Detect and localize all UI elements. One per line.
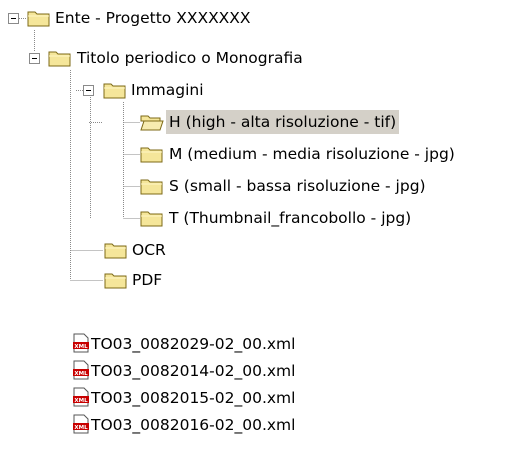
xml-file-list: XML TO03_0082029-02_00.xml XML TO03_0082…	[0, 330, 505, 450]
folder-open-icon	[140, 115, 164, 131]
xml-badge-text: XML	[74, 344, 88, 350]
tree-label-h[interactable]: H (high - alta risoluzione - tif)	[166, 110, 400, 134]
folder-icon	[140, 179, 163, 195]
folder-tree: Ente - Progetto XXXXXXX Titolo periodico…	[0, 0, 505, 300]
tree-label-s[interactable]: S (small - bassa risoluzione - jpg)	[166, 174, 429, 198]
collapse-toggle-immagini[interactable]	[83, 85, 94, 96]
tree-label-t[interactable]: T (Thumbnail_francobollo - jpg)	[166, 206, 414, 230]
folder-icon	[140, 147, 163, 163]
tree-label-immagini[interactable]: Immagini	[128, 78, 207, 102]
folder-icon	[140, 211, 163, 227]
folder-icon	[103, 83, 126, 99]
folder-icon	[104, 243, 127, 259]
folder-icon	[48, 51, 71, 67]
file-name[interactable]: TO03_0082015-02_00.xml	[91, 386, 295, 410]
xml-badge-text: XML	[74, 398, 88, 404]
xml-file-icon: XML	[73, 360, 89, 380]
file-name[interactable]: TO03_0082016-02_00.xml	[91, 413, 295, 437]
xml-file-icon: XML	[73, 333, 89, 353]
xml-file-icon: XML	[73, 414, 89, 434]
tree-label-pdf[interactable]: PDF	[129, 268, 165, 292]
xml-badge-text: XML	[74, 425, 88, 431]
tree-label-ocr[interactable]: OCR	[129, 238, 169, 262]
tree-label-ente[interactable]: Ente - Progetto XXXXXXX	[52, 6, 254, 30]
tree-label-m[interactable]: M (medium - media risoluzione - jpg)	[166, 142, 458, 166]
tree-label-titolo[interactable]: Titolo periodico o Monografia	[74, 46, 306, 70]
xml-file-icon: XML	[73, 387, 89, 407]
xml-badge-text: XML	[74, 371, 88, 377]
file-name[interactable]: TO03_0082029-02_00.xml	[91, 332, 295, 356]
folder-icon	[27, 11, 50, 27]
file-name[interactable]: TO03_0082014-02_00.xml	[91, 359, 295, 383]
folder-icon	[104, 273, 127, 289]
collapse-toggle-titolo[interactable]	[29, 53, 40, 64]
collapse-toggle-ente[interactable]	[8, 13, 19, 24]
